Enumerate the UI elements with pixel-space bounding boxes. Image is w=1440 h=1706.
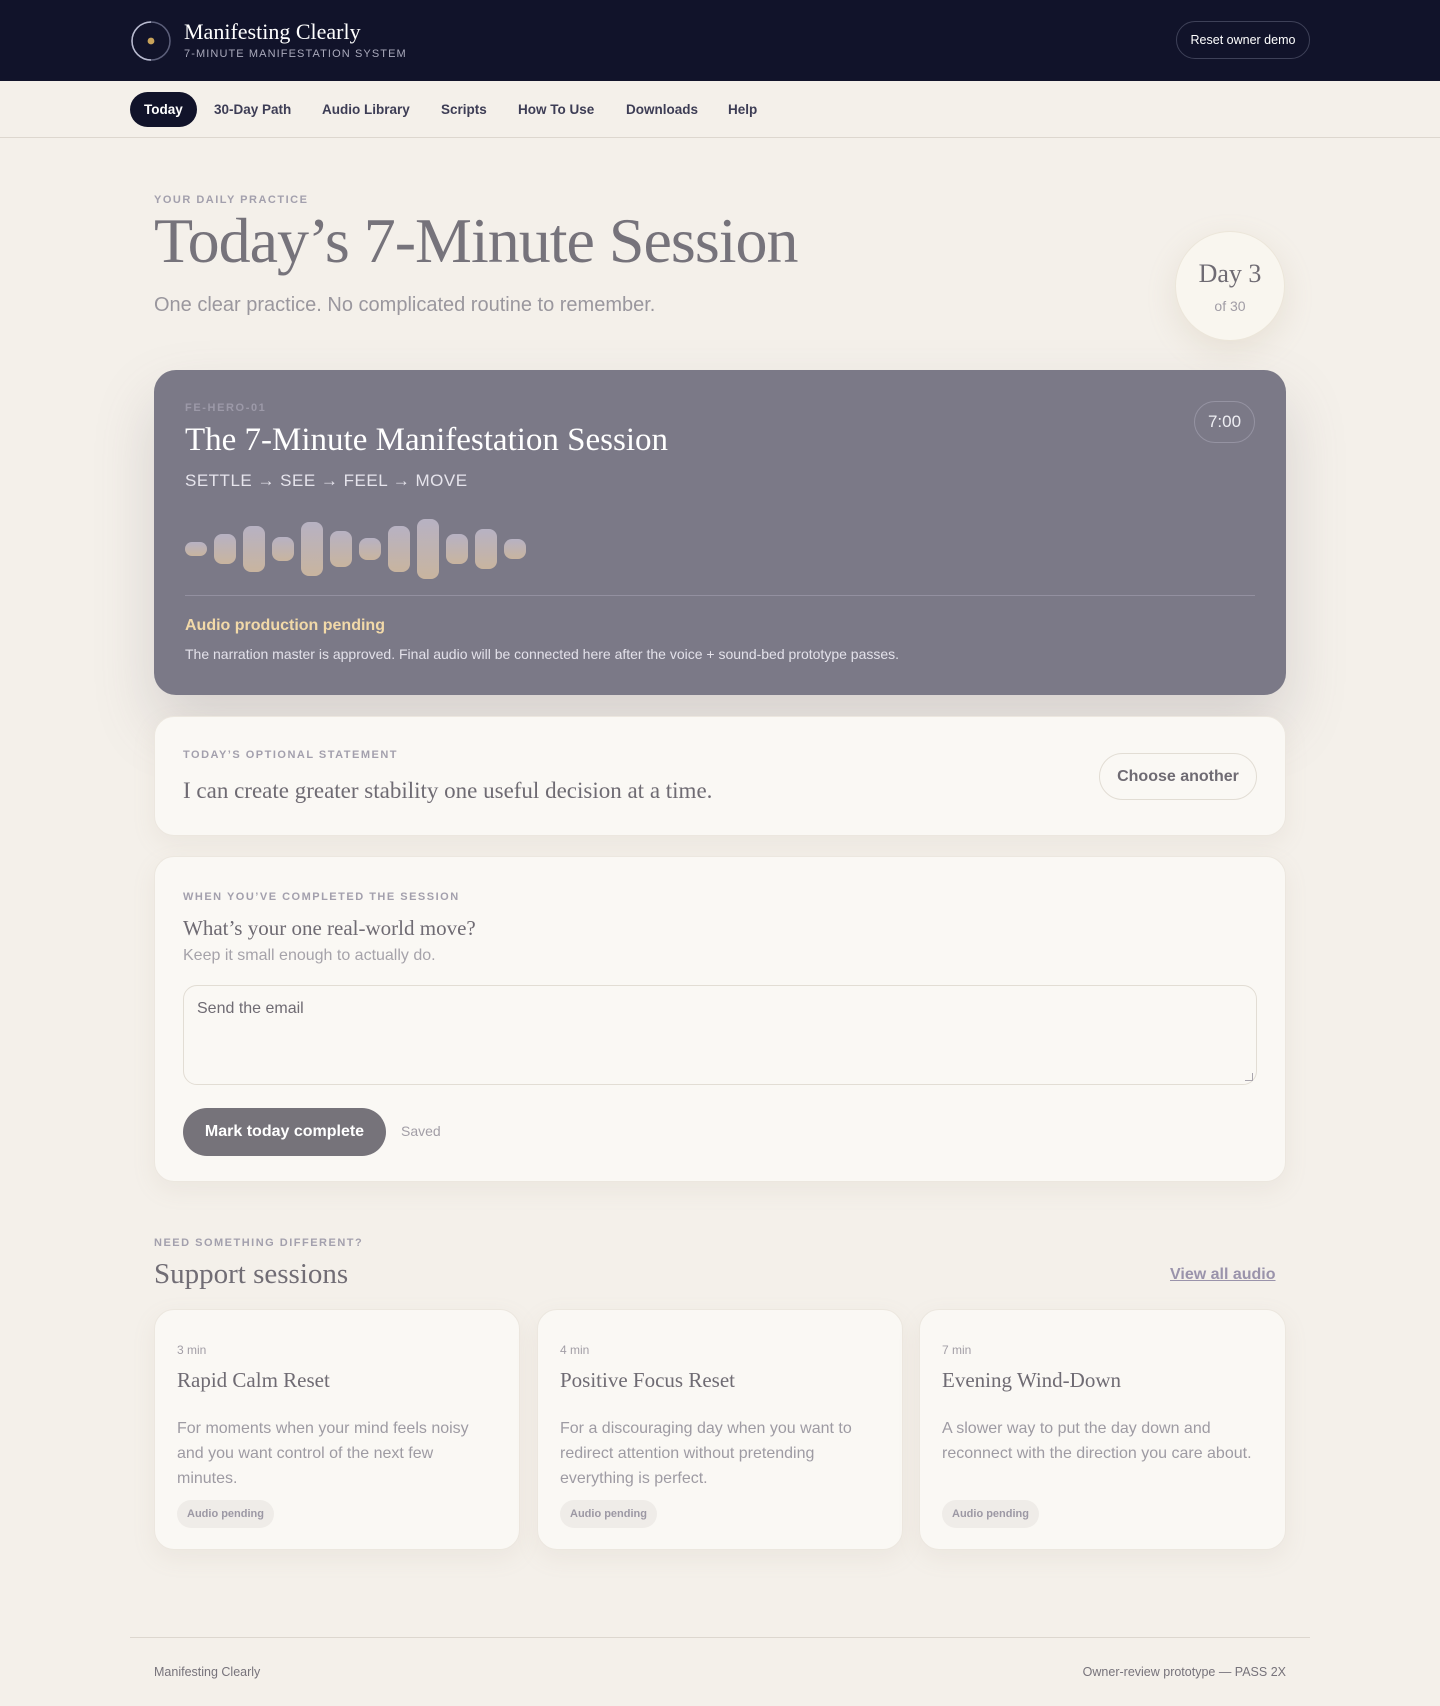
support-card-title: Rapid Calm Reset (177, 1368, 330, 1392)
brand-title: Manifesting Clearly (184, 19, 361, 44)
waveform-bar (475, 529, 497, 569)
day-number: Day 3 (1198, 259, 1262, 288)
nav-item-downloads[interactable]: Downloads (612, 92, 712, 127)
nav-item-audio-library[interactable]: Audio Library (308, 92, 424, 127)
audio-pending-description: The narration master is approved. Final … (185, 646, 900, 662)
move-question: What’s your one real-world move? (183, 916, 476, 940)
session-id: FE-HERO-01 (185, 402, 267, 414)
audio-pending-title: Audio production pending (185, 617, 385, 634)
brand-subtitle: 7-MINUTE MANIFESTATION SYSTEM (184, 48, 407, 60)
support-card-evening-wind-down[interactable]: 7 min Evening Wind-Down A slower way to … (919, 1309, 1286, 1550)
waveform-bar (272, 537, 294, 561)
statement-eyebrow: TODAY’S OPTIONAL STATEMENT (183, 749, 399, 761)
eclipse-ring-icon (130, 20, 172, 62)
choose-another-button[interactable]: Choose another (1099, 753, 1257, 800)
reset-owner-demo-button[interactable]: Reset owner demo (1176, 21, 1310, 59)
resize-handle-icon[interactable] (1245, 1073, 1253, 1081)
audio-pending-badge: Audio pending (942, 1500, 1039, 1528)
support-card-duration: 7 min (942, 1343, 972, 1357)
move-hint: Keep it small enough to actually do. (183, 947, 436, 964)
support-card-title: Positive Focus Reset (560, 1368, 736, 1392)
footer-brand: Manifesting Clearly (154, 1665, 261, 1679)
nav-item-today[interactable]: Today (130, 92, 197, 127)
waveform-bar (359, 538, 381, 560)
page-subtitle: One clear practice. No complicated routi… (154, 294, 656, 316)
support-card-duration: 3 min (177, 1343, 207, 1357)
session-steps: SETTLE → SEE → FEEL → MOVE (185, 471, 468, 490)
waveform-bar (417, 519, 439, 579)
waveform-bar (301, 522, 323, 576)
session-title: The 7-Minute Manifestation Session (185, 422, 669, 458)
support-card-description: For a discouraging day when you want to … (560, 1420, 852, 1487)
support-card-rapid-calm[interactable]: 3 min Rapid Calm Reset For moments when … (154, 1309, 520, 1550)
audio-pending-badge: Audio pending (177, 1500, 274, 1528)
audio-pending-badge: Audio pending (560, 1500, 657, 1528)
waveform-bar (388, 526, 410, 572)
waveform-bar (214, 534, 236, 564)
footer-divider (130, 1637, 1310, 1638)
save-status: Saved (401, 1123, 441, 1139)
support-card-title: Evening Wind-Down (942, 1368, 1121, 1392)
nav-item-30-day-path[interactable]: 30-Day Path (200, 92, 305, 127)
nav-item-help[interactable]: Help (714, 92, 771, 127)
divider (185, 595, 1255, 596)
waveform-visual (185, 518, 545, 588)
support-card-description: A slower way to put the day down and rec… (942, 1420, 1252, 1462)
top-bar: Manifesting Clearly 7-MINUTE MANIFESTATI… (0, 0, 1440, 81)
nav-item-scripts[interactable]: Scripts (427, 92, 501, 127)
session-duration-badge: 7:00 (1194, 401, 1255, 443)
page-title: Today’s 7-Minute Session (154, 205, 798, 276)
move-textarea[interactable]: Send the email (183, 985, 1257, 1085)
session-player-card[interactable]: FE-HERO-01 The 7-Minute Manifestation Se… (154, 370, 1286, 695)
waveform-bar (446, 534, 468, 564)
day-total: of 30 (1214, 298, 1246, 314)
move-eyebrow: WHEN YOU’VE COMPLETED THE SESSION (183, 891, 460, 903)
day-progress-badge: Day 3 of 30 (1175, 231, 1285, 341)
waveform-bar (185, 542, 207, 556)
support-card-duration: 4 min (560, 1343, 590, 1357)
support-eyebrow: NEED SOMETHING DIFFERENT? (154, 1237, 364, 1249)
view-all-audio-link[interactable]: View all audio (1170, 1266, 1276, 1284)
waveform-bar (504, 539, 526, 559)
statement-text: I can create greater stability one usefu… (183, 778, 713, 803)
footer-build-note: Owner-review prototype — PASS 2X (1082, 1665, 1286, 1679)
waveform-bar (330, 531, 352, 567)
move-textarea-value: Send the email (197, 1000, 304, 1017)
waveform-bar (243, 526, 265, 572)
real-world-move-card: WHEN YOU’VE COMPLETED THE SESSION What’s… (154, 856, 1286, 1182)
mark-complete-button[interactable]: Mark today complete (183, 1108, 386, 1156)
main-nav: Today 30-Day Path Audio Library Scripts … (0, 81, 1440, 138)
support-title: Support sessions (154, 1258, 349, 1290)
support-card-positive-focus[interactable]: 4 min Positive Focus Reset For a discour… (537, 1309, 903, 1550)
nav-item-how-to-use[interactable]: How To Use (504, 92, 608, 127)
statement-card: TODAY’S OPTIONAL STATEMENT I can create … (154, 716, 1286, 836)
support-card-description: For moments when your mind feels noisy a… (177, 1420, 469, 1487)
